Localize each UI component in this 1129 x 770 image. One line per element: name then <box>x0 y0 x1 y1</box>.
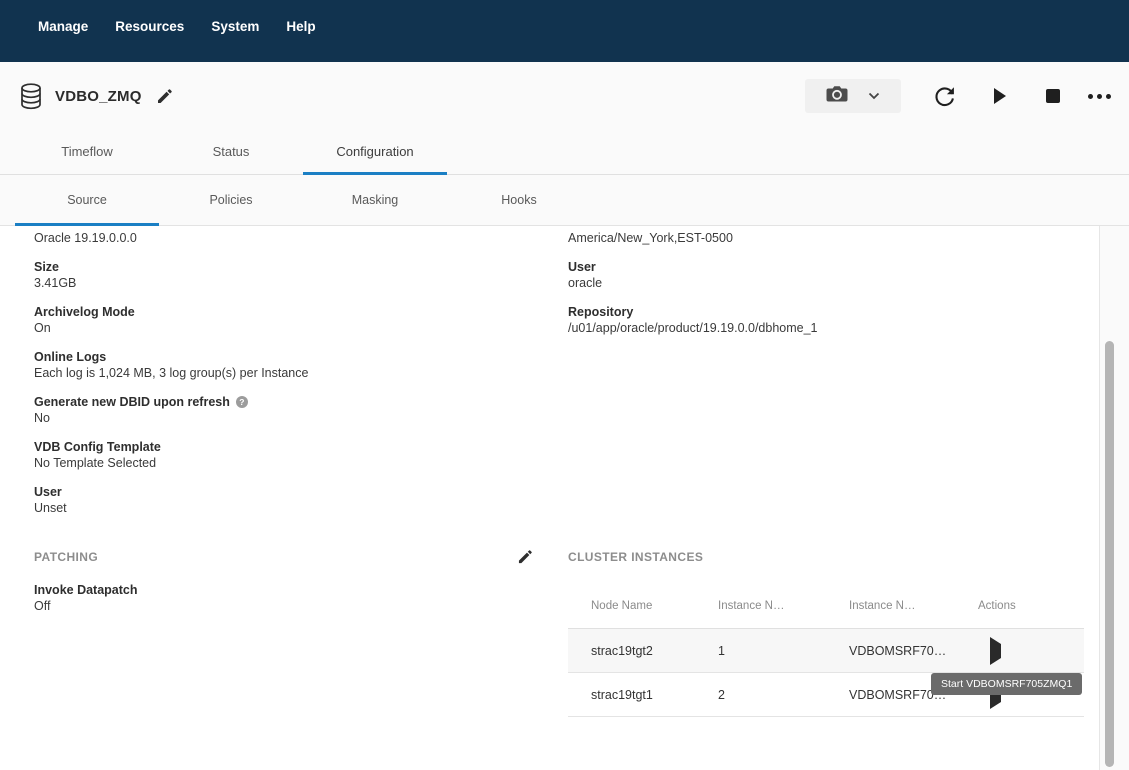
column-header-instance-number: Instance N… <box>695 600 826 612</box>
cell-node-name: strac19tgt2 <box>568 644 695 658</box>
field-user-right: User oracle <box>568 259 1084 291</box>
pencil-icon <box>157 89 172 104</box>
snapshot-button[interactable] <box>805 79 901 113</box>
configuration-subtabs: Source Policies Masking Hooks <box>0 175 1129 226</box>
edit-patching-button[interactable] <box>518 550 532 564</box>
source-panel: Oracle 19.19.0.0.0 Size 3.41GB Archivelo… <box>0 226 1100 770</box>
field-repository: Repository /u01/app/oracle/product/19.19… <box>568 304 1084 336</box>
nav-item-manage[interactable]: Manage <box>38 19 88 34</box>
start-vdb-button[interactable] <box>994 88 1006 104</box>
camera-icon <box>826 85 848 108</box>
edit-title-button[interactable] <box>157 89 172 104</box>
tab-timeflow[interactable]: Timeflow <box>15 130 159 174</box>
subtab-source[interactable]: Source <box>15 175 159 225</box>
patching-section-title: PATCHING <box>34 550 98 564</box>
help-icon[interactable]: ? <box>236 396 248 408</box>
column-header-actions: Actions <box>955 600 1084 612</box>
field-archivelog-mode: Archivelog Mode On <box>34 304 534 336</box>
play-icon <box>994 88 1006 104</box>
page-title: VDBO_ZMQ <box>55 88 142 105</box>
pencil-icon <box>518 550 532 564</box>
tab-status[interactable]: Status <box>159 130 303 174</box>
start-instance-tooltip: Start VDBOMSRF705ZMQ1 <box>931 673 1082 695</box>
vertical-scrollbar-thumb[interactable] <box>1105 341 1114 767</box>
nav-item-resources[interactable]: Resources <box>115 19 184 34</box>
patching-section: PATCHING Invoke Datapatch Off <box>34 550 536 614</box>
cell-instance-number: 1 <box>695 644 826 658</box>
main-tabs: Timeflow Status Configuration <box>0 130 1129 175</box>
cell-instance-number: 2 <box>695 688 826 702</box>
start-instance-button[interactable] <box>990 637 1001 665</box>
cell-instance-name: VDBOMSRF70… <box>826 644 955 658</box>
table-row: strac19tgt2 1 VDBOMSRF70… <box>568 629 1084 673</box>
cell-node-name: strac19tgt1 <box>568 688 695 702</box>
subtab-hooks[interactable]: Hooks <box>447 175 591 225</box>
page-header: VDBO_ZMQ <box>0 62 1129 130</box>
nav-item-system[interactable]: System <box>211 19 259 34</box>
field-generate-new-dbid: Generate new DBID upon refresh? No <box>34 394 534 426</box>
table-header-row: Node Name Instance N… Instance N… Action… <box>568 583 1084 629</box>
refresh-icon <box>933 85 956 108</box>
nav-item-help[interactable]: Help <box>286 19 315 34</box>
more-actions-button[interactable] <box>1088 94 1111 99</box>
database-version-value: Oracle 19.19.0.0.0 <box>34 230 534 246</box>
vdb-toolbar <box>805 79 1113 113</box>
subtab-masking[interactable]: Masking <box>303 175 447 225</box>
subtab-policies[interactable]: Policies <box>159 175 303 225</box>
source-right-column: America/New_York,EST-0500 User oracle Re… <box>568 226 1084 336</box>
field-vdb-config-template: VDB Config Template No Template Selected <box>34 439 534 471</box>
top-navbar: Manage Resources System Help <box>0 0 1129 62</box>
chevron-down-icon <box>868 87 880 105</box>
field-user-left: User Unset <box>34 484 534 516</box>
field-size: Size 3.41GB <box>34 259 534 291</box>
field-invoke-datapatch: Invoke Datapatch Off <box>34 582 536 614</box>
cluster-instances-section-title: CLUSTER INSTANCES <box>568 550 703 564</box>
tab-configuration[interactable]: Configuration <box>303 130 447 174</box>
stop-icon <box>1046 89 1060 103</box>
ellipsis-icon <box>1088 94 1111 99</box>
stop-vdb-button[interactable] <box>1046 89 1060 103</box>
refresh-button[interactable] <box>933 85 956 108</box>
cluster-instances-table: Node Name Instance N… Instance N… Action… <box>568 583 1084 717</box>
column-header-node-name: Node Name <box>568 600 695 612</box>
database-icon <box>20 83 42 110</box>
column-header-instance-name: Instance N… <box>826 600 955 612</box>
field-online-logs: Online Logs Each log is 1,024 MB, 3 log … <box>34 349 534 381</box>
timezone-value: America/New_York,EST-0500 <box>568 230 1084 246</box>
source-left-column: Oracle 19.19.0.0.0 Size 3.41GB Archivelo… <box>34 226 534 516</box>
